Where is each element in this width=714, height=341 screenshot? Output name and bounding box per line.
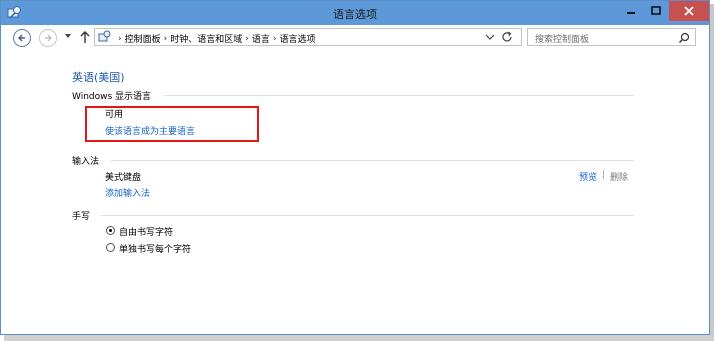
breadcrumb-separator: › xyxy=(118,33,122,44)
window-title: 语言选项 xyxy=(333,8,377,21)
arrow-right-icon xyxy=(45,34,52,42)
refresh-icon[interactable] xyxy=(501,31,513,43)
search-icon[interactable] xyxy=(678,32,690,44)
input-method-heading: 输入法 xyxy=(72,157,100,167)
minimize-icon xyxy=(627,12,635,14)
language-options-window: 语言选项 › 控制面板 › 时钟、语言和区域 › 语言 › 语言选项 搜索控制面… xyxy=(0,0,710,335)
minimize-button[interactable] xyxy=(619,1,643,21)
freeform-option-label[interactable]: 自由书写字符 xyxy=(119,225,173,238)
window-shadow xyxy=(710,4,714,338)
section-divider xyxy=(101,215,634,216)
forward-button[interactable] xyxy=(39,29,57,47)
breadcrumb-control-panel[interactable]: 控制面板 xyxy=(125,32,161,45)
search-input[interactable]: 搜索控制面板 xyxy=(527,28,696,46)
display-language-heading: Windows 显示语言 xyxy=(72,92,152,102)
breadcrumb-clock-language-region[interactable]: 时钟、语言和区域 xyxy=(170,32,242,45)
remove-link[interactable]: 删除 xyxy=(610,170,628,183)
breadcrumb-separator: › xyxy=(272,33,277,44)
window-shadow xyxy=(4,335,714,341)
maximize-button[interactable] xyxy=(644,1,668,21)
title-bar[interactable]: 语言选项 xyxy=(1,1,709,25)
section-divider xyxy=(164,95,634,96)
close-button[interactable] xyxy=(669,1,709,21)
keyboard-name: 美式键盘 xyxy=(105,173,142,183)
content-pane: 英语(美国) Windows 显示语言 可用 使该语言成为主要语言 输入法 美式… xyxy=(1,49,709,334)
breadcrumb-language-options[interactable]: 语言选项 xyxy=(279,32,315,45)
single-character-option-label[interactable]: 单独书写每个字符 xyxy=(119,242,191,255)
up-arrow-icon[interactable] xyxy=(79,30,91,44)
freeform-radio[interactable] xyxy=(106,226,115,235)
handwriting-heading: 手写 xyxy=(72,212,91,222)
section-divider xyxy=(111,160,634,161)
chevron-down-icon[interactable] xyxy=(485,33,495,41)
single-character-radio[interactable] xyxy=(106,243,115,252)
search-placeholder: 搜索控制面板 xyxy=(535,35,590,45)
arrow-left-icon xyxy=(18,34,25,42)
breadcrumb-language[interactable]: 语言 xyxy=(252,32,270,45)
breadcrumb-separator: › xyxy=(245,33,249,44)
maximize-icon xyxy=(651,6,661,15)
radio-selected-dot xyxy=(109,229,112,232)
navigation-bar: › 控制面板 › 时钟、语言和区域 › 语言 › 语言选项 搜索控制面板 xyxy=(1,25,709,49)
highlight-box xyxy=(85,106,259,142)
language-title: 英语(美国) xyxy=(72,71,125,84)
address-bar[interactable]: › 控制面板 › 时钟、语言和区域 › 语言 › 语言选项 xyxy=(94,28,522,46)
preview-link[interactable]: 预览 xyxy=(579,170,597,183)
recent-locations-chevron-icon[interactable] xyxy=(63,31,73,41)
back-button[interactable] xyxy=(13,29,31,47)
link-separator: | xyxy=(602,170,606,180)
add-input-method-link[interactable]: 添加输入法 xyxy=(105,186,150,199)
close-icon xyxy=(684,6,694,16)
breadcrumb: › 控制面板 › 时钟、语言和区域 › 语言 › 语言选项 xyxy=(115,32,316,46)
control-panel-icon xyxy=(98,30,111,42)
breadcrumb-separator: › xyxy=(163,33,168,44)
